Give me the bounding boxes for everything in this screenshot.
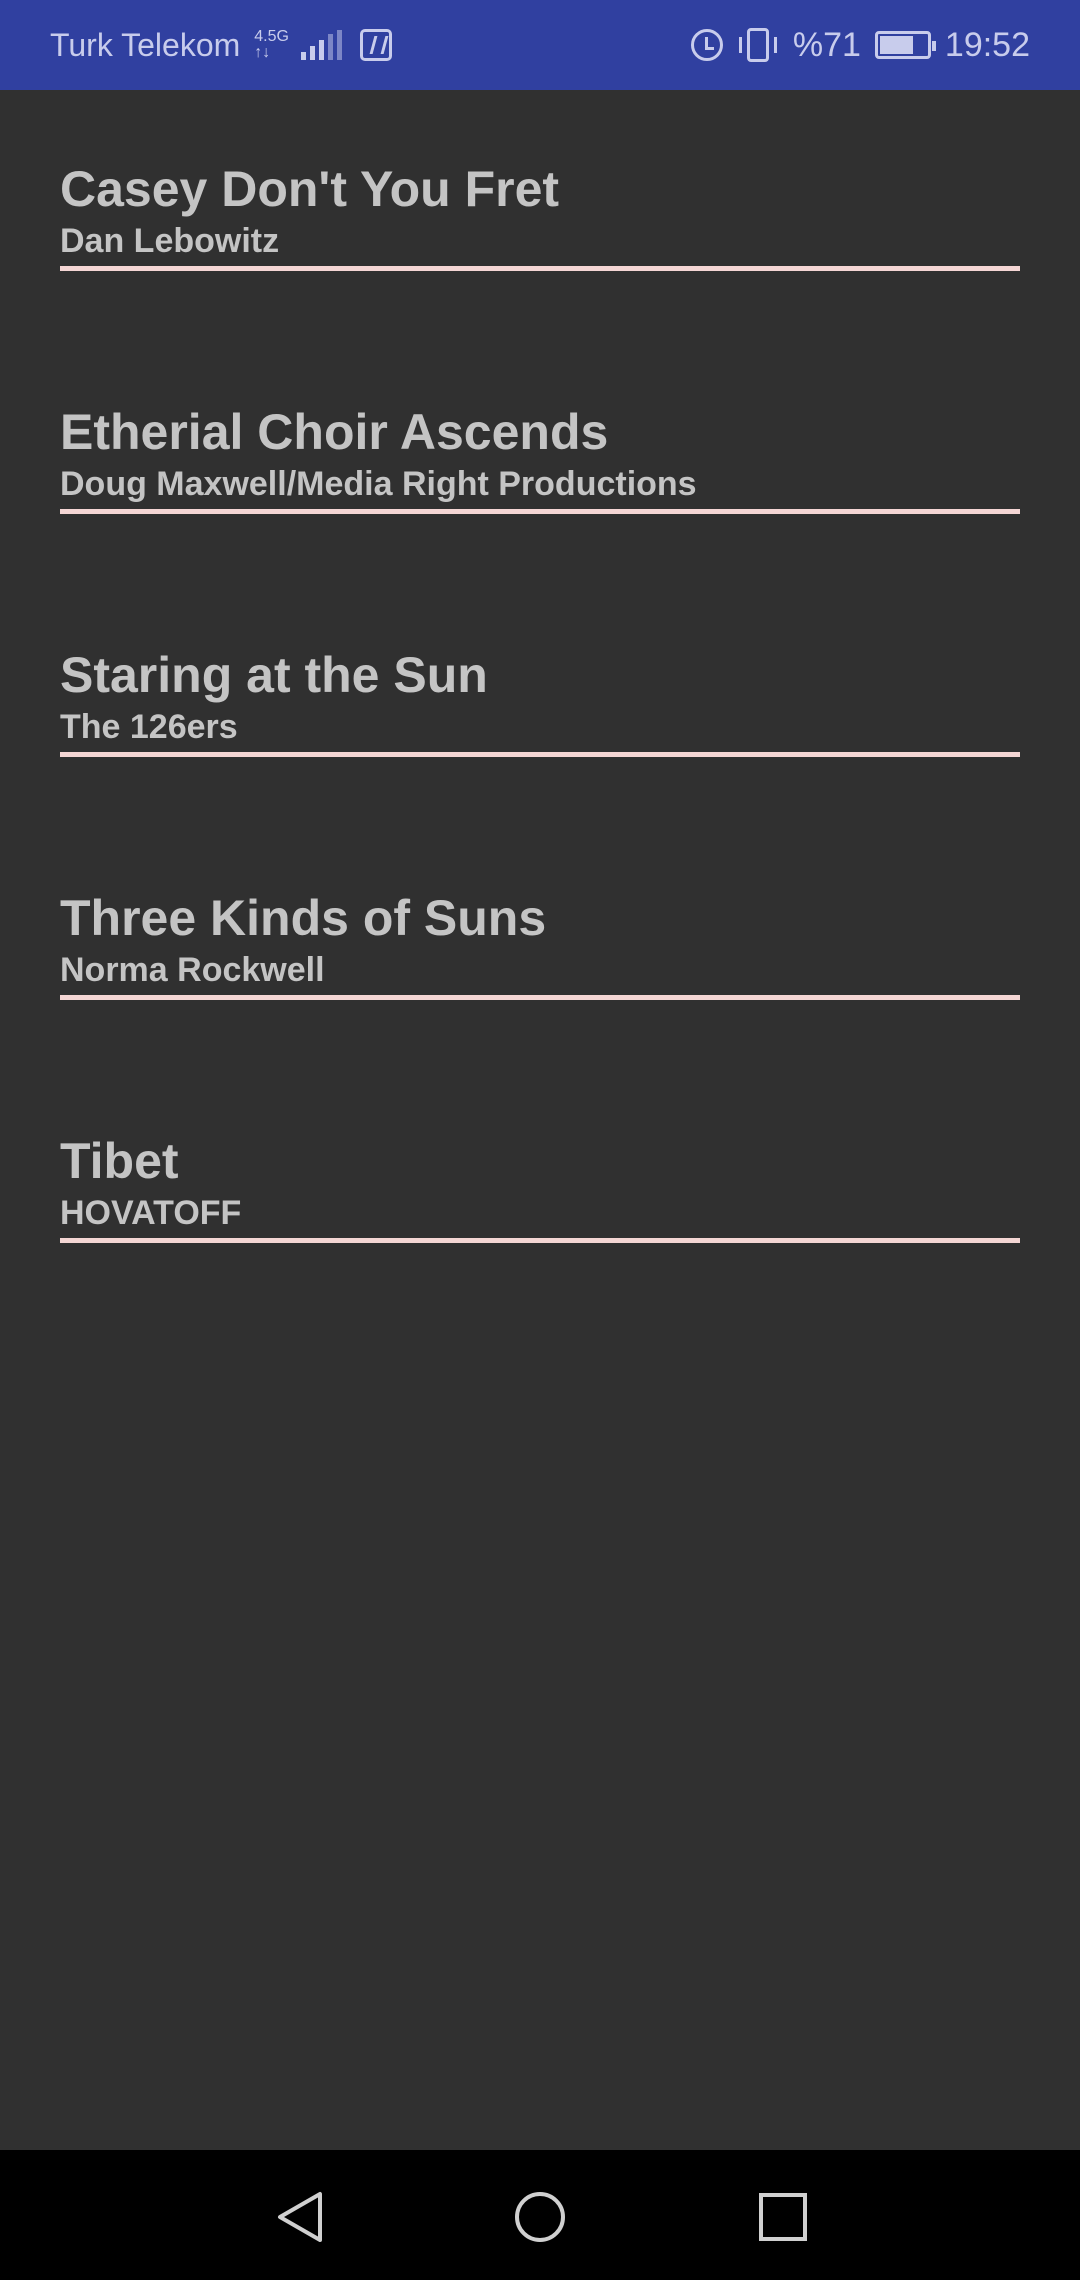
- song-divider: [60, 995, 1020, 1000]
- navigation-bar: [0, 2150, 1080, 2280]
- battery-level-fill: [879, 36, 913, 54]
- network-activity-label: ↑↓: [254, 44, 271, 61]
- song-artist: HOVATOFF: [60, 1194, 242, 1232]
- song-title: Three Kinds of Suns: [60, 890, 547, 946]
- song-divider: [60, 1238, 1020, 1243]
- song-artist: Norma Rockwell: [60, 951, 325, 989]
- song-artist: Doug Maxwell/Media Right Productions: [60, 465, 697, 503]
- recent-apps-icon[interactable]: [756, 2190, 810, 2244]
- status-right: %71 19:52: [690, 25, 1030, 65]
- network-type-label: 4.5G: [254, 28, 289, 45]
- song-divider: [60, 752, 1020, 757]
- song-list-item[interactable]: Casey Don't You Fret Dan Lebowitz: [60, 160, 1020, 280]
- status-bar: Turk Telekom 4.5G ↑↓ %71 19:52: [0, 0, 1080, 90]
- song-title: Tibet: [60, 1133, 179, 1189]
- alarm-icon: [690, 29, 723, 61]
- battery-charging-icon: [874, 31, 936, 59]
- song-divider: [60, 509, 1020, 514]
- home-icon[interactable]: [513, 2190, 567, 2244]
- vibrate-icon: [738, 28, 777, 62]
- clock: 19:52: [944, 25, 1030, 64]
- song-title: Casey Don't You Fret: [60, 161, 560, 217]
- song-list-item[interactable]: Tibet HOVATOFF: [60, 1132, 1020, 1252]
- song-title: Etherial Choir Ascends: [60, 404, 609, 460]
- song-title: Staring at the Sun: [60, 647, 488, 703]
- song-artist: The 126ers: [60, 708, 238, 746]
- carrier-name: Turk Telekom: [50, 26, 241, 63]
- song-divider: [60, 266, 1020, 271]
- battery-percent: %71: [792, 25, 861, 64]
- song-artist: Dan Lebowitz: [60, 222, 280, 260]
- back-icon[interactable]: [274, 2190, 328, 2244]
- status-left: Turk Telekom 4.5G ↑↓: [50, 27, 392, 64]
- song-list-item[interactable]: Staring at the Sun The 126ers: [60, 646, 1020, 766]
- nfc-icon: [359, 29, 392, 61]
- song-list-item[interactable]: Three Kinds of Suns Norma Rockwell: [60, 889, 1020, 1009]
- song-list-item[interactable]: Etherial Choir Ascends Doug Maxwell/Medi…: [60, 403, 1020, 523]
- signal-icon: [300, 30, 342, 60]
- network-type: 4.5G ↑↓: [254, 29, 289, 61]
